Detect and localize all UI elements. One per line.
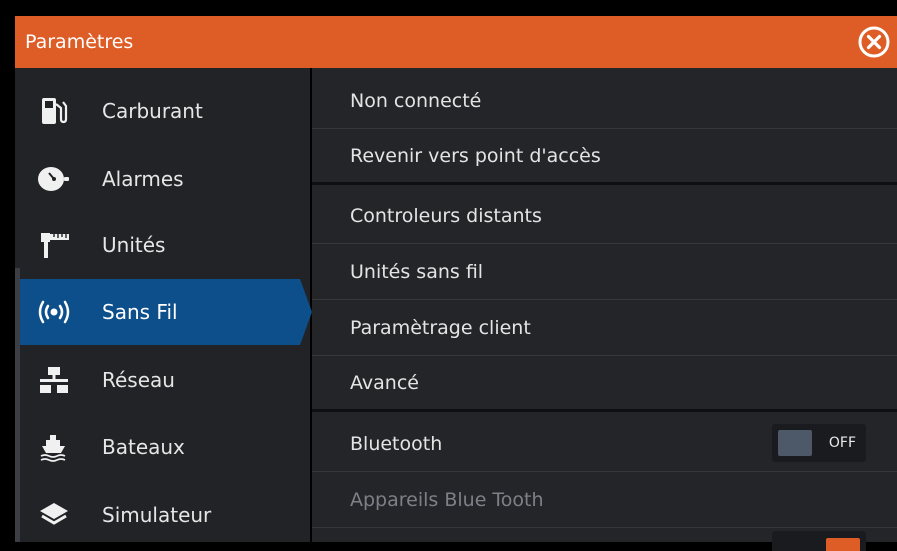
boat-icon: [34, 427, 74, 467]
network-icon: [34, 360, 74, 400]
layers-icon: [34, 495, 74, 535]
list-item-remote-controllers[interactable]: Controleurs distants: [312, 188, 897, 244]
sidebar-item-bateaux[interactable]: Bateaux: [20, 414, 310, 480]
ruler-icon: [34, 225, 74, 265]
sidebar-item-alarmes[interactable]: Alarmes: [20, 146, 310, 212]
list-item-bluetooth[interactable]: Bluetooth OFF: [312, 416, 897, 472]
toggle-state: OFF: [828, 435, 856, 451]
sidebar-item-label: Carburant: [102, 99, 203, 123]
partial-toggle[interactable]: [772, 531, 866, 551]
list-item-advanced[interactable]: Avancé: [312, 356, 897, 412]
close-icon: [858, 26, 890, 58]
row-label: Avancé: [350, 371, 419, 394]
sidebar-item-simulateur[interactable]: Simulateur: [20, 482, 310, 548]
sidebar-item-sans-fil[interactable]: Sans Fil: [20, 279, 310, 345]
close-button[interactable]: [857, 25, 891, 59]
list-item-bluetooth-devices: Appareils Blue Tooth: [312, 472, 897, 528]
fuel-pump-icon: [34, 91, 74, 131]
settings-window: Paramètres Carburant Alarmes Unités Sans…: [0, 0, 897, 551]
row-label: Bluetooth: [350, 432, 443, 455]
toggle-knob: [778, 430, 812, 456]
sidebar-item-carburant[interactable]: Carburant: [20, 78, 310, 144]
sidebar-item-label: Simulateur: [102, 503, 212, 527]
toggle-knob: [826, 538, 860, 551]
sidebar-item-label: Alarmes: [102, 167, 184, 191]
window-title: Paramètres: [25, 31, 134, 53]
list-item-client-setup[interactable]: Paramètrage client: [312, 300, 897, 356]
sidebar-item-label: Bateaux: [102, 435, 185, 459]
sidebar-item-label: Unités: [102, 233, 166, 257]
list-item-connection-status[interactable]: Non connecté: [312, 73, 897, 129]
row-label: Non connecté: [350, 89, 482, 112]
row-label: Controleurs distants: [350, 204, 542, 227]
row-label: Appareils Blue Tooth: [350, 488, 544, 511]
settings-sidebar: Carburant Alarmes Unités Sans Fil Réseau…: [15, 68, 312, 542]
list-item-wireless-units[interactable]: Unités sans fil: [312, 244, 897, 300]
sidebar-item-label: Réseau: [102, 368, 175, 392]
wireless-settings-panel: Non connecté Revenir vers point d'accès …: [312, 68, 897, 551]
title-bar: Paramètres: [15, 16, 897, 68]
row-label: Unités sans fil: [350, 260, 484, 283]
bluetooth-toggle[interactable]: OFF: [772, 424, 866, 462]
sidebar-item-unites[interactable]: Unités: [20, 212, 310, 278]
sidebar-item-label: Sans Fil: [102, 300, 178, 324]
alarm-bell-icon: [34, 159, 74, 199]
wireless-icon: [34, 292, 74, 332]
row-label: Revenir vers point d'accès: [350, 144, 601, 167]
row-label: Paramètrage client: [350, 316, 531, 339]
list-item-return-access-point[interactable]: Revenir vers point d'accès: [312, 129, 897, 185]
sidebar-item-reseau[interactable]: Réseau: [20, 347, 310, 413]
